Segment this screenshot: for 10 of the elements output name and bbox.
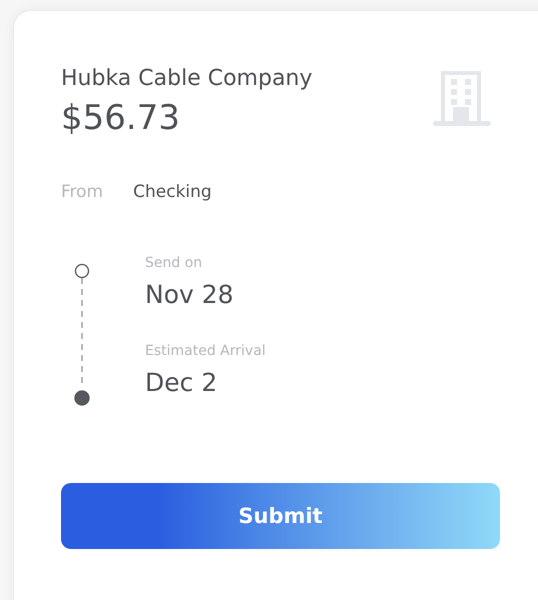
submit-button[interactable]: Submit (61, 483, 500, 549)
date-label: Estimated Arrival (145, 342, 266, 361)
payee-name: Hubka Cable Company (61, 65, 312, 93)
date-label: Send on (145, 254, 204, 273)
building-icon (433, 69, 491, 127)
date-value: Nov 28 (145, 279, 235, 311)
amount: $56.73 (61, 97, 181, 140)
account-name: Checking (133, 181, 212, 204)
from-label: From (61, 181, 104, 204)
date-value: Dec 2 (145, 367, 218, 399)
